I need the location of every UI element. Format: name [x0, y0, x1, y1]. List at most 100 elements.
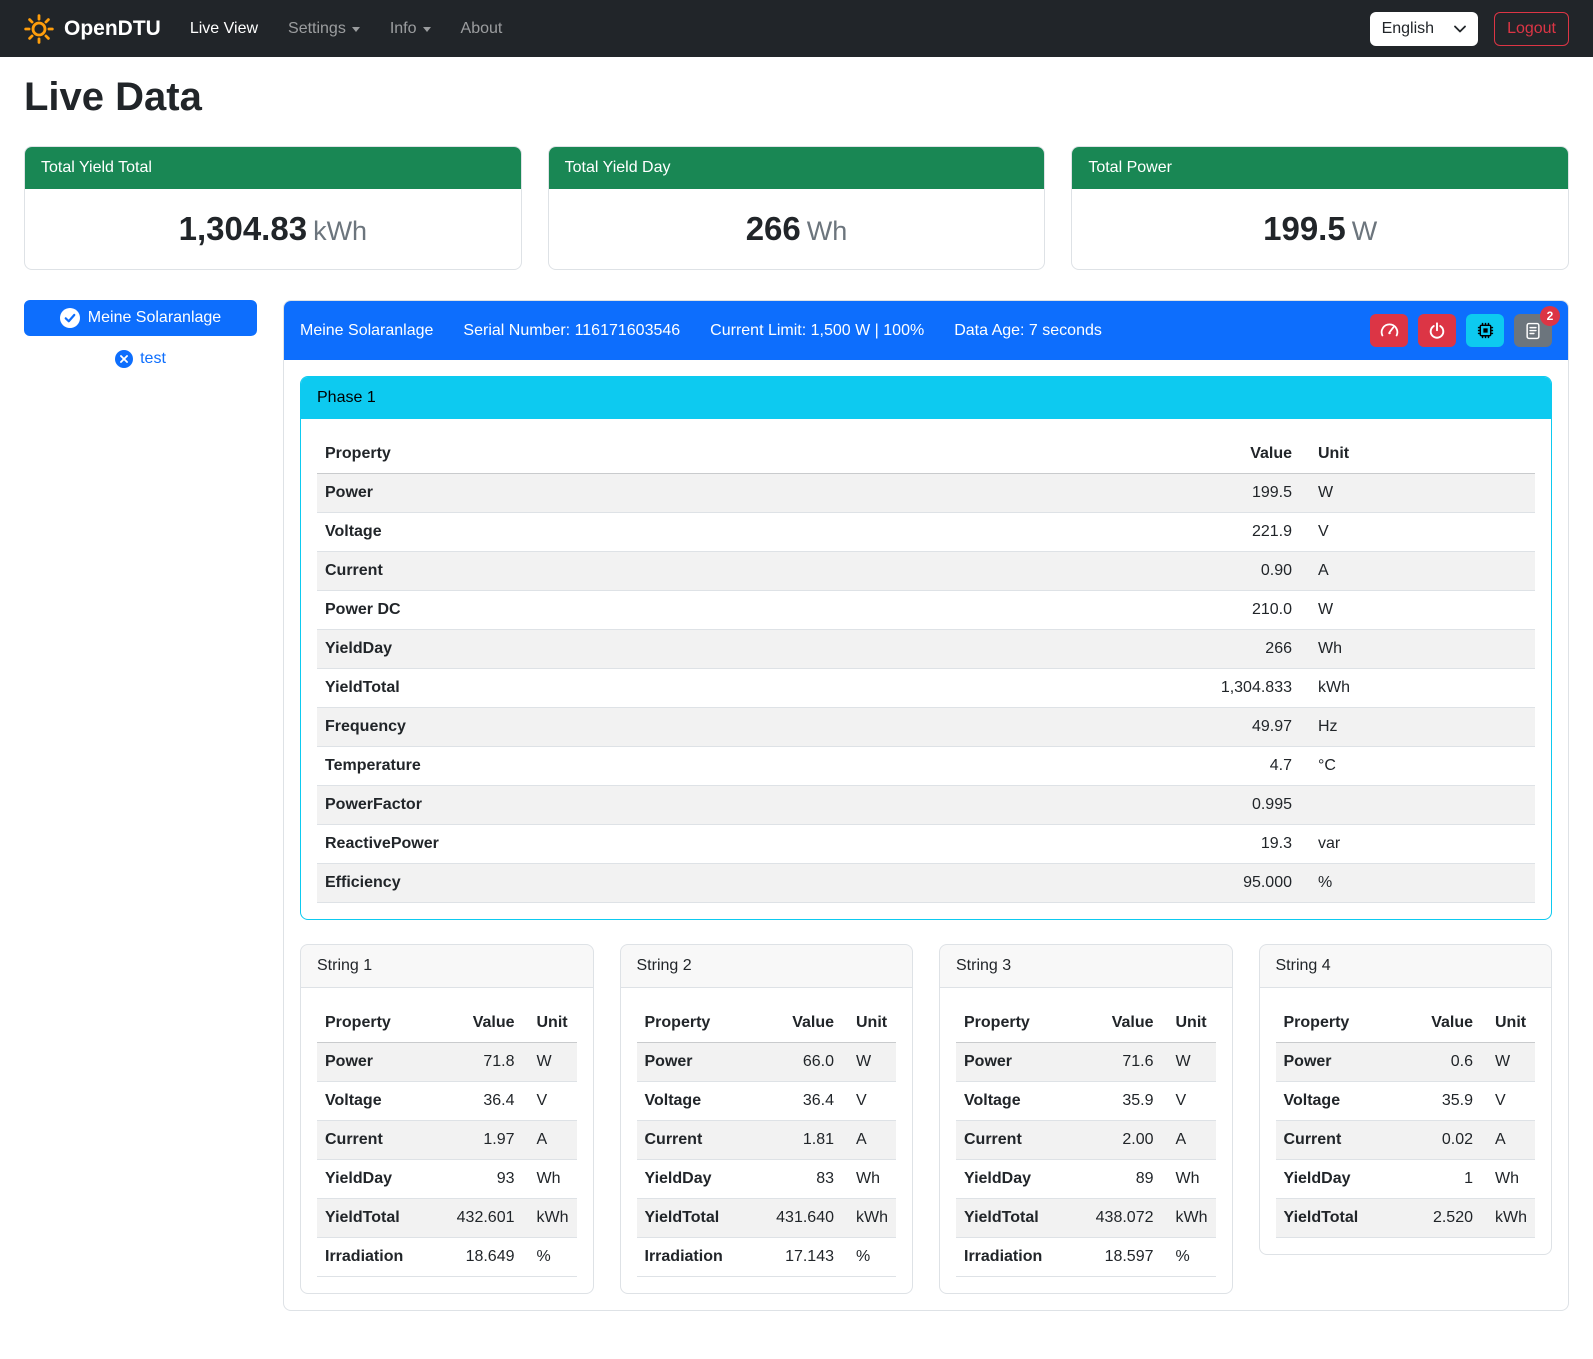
inverter-item-label: Meine Solaranlage: [88, 309, 221, 327]
string-table: Property Value Unit Power: [1276, 1004, 1536, 1238]
nav-item-info[interactable]: Info: [375, 12, 446, 46]
inverter-sidebar: Meine Solaranlage test: [24, 300, 257, 368]
limit-settings-button[interactable]: [1370, 314, 1408, 347]
table-row: YieldDay 89 Wh: [956, 1160, 1216, 1199]
summary-card-unit: kWh: [313, 216, 367, 246]
table-row: Voltage 221.9 V: [317, 513, 1535, 552]
value-cell: 432.601: [443, 1199, 523, 1238]
summary-cards-row: Total Yield Total 1,304.83kWh Total Yiel…: [24, 146, 1569, 270]
table-row: YieldDay 266 Wh: [317, 630, 1535, 669]
property-cell: YieldTotal: [317, 1199, 443, 1238]
x-circle-icon: [115, 350, 133, 368]
column-header-property: Property: [317, 435, 1160, 474]
table-row: YieldDay 1 Wh: [1276, 1160, 1536, 1199]
unit-cell: Wh: [1162, 1160, 1216, 1199]
unit-cell: var: [1300, 825, 1535, 864]
summary-card-title: Total Yield Day: [549, 147, 1045, 189]
brand-link[interactable]: OpenDTU: [24, 14, 161, 44]
nav-item-about[interactable]: About: [446, 12, 518, 46]
table-row: Voltage 36.4 V: [637, 1082, 897, 1121]
property-cell: Power: [317, 474, 1160, 513]
unit-cell: %: [842, 1238, 896, 1277]
value-cell: 18.597: [1082, 1238, 1162, 1277]
value-cell: 36.4: [762, 1082, 842, 1121]
page-container: Live Data Total Yield Total 1,304.83kWh …: [0, 75, 1593, 1339]
journal-text-icon: [1524, 322, 1542, 340]
nav-item-settings[interactable]: Settings: [273, 12, 375, 46]
event-log-button[interactable]: 2: [1514, 314, 1552, 347]
value-cell: 19.3: [1160, 825, 1300, 864]
value-cell: 36.4: [443, 1082, 523, 1121]
column-header-value: Value: [1401, 1004, 1481, 1043]
unit-cell: A: [1481, 1121, 1535, 1160]
column-header-value: Value: [443, 1004, 523, 1043]
nav-settings-label: Settings: [288, 20, 346, 38]
property-cell: Efficiency: [317, 864, 1160, 903]
event-count-badge: 2: [1540, 306, 1560, 326]
nav-item-live-view[interactable]: Live View: [175, 12, 273, 46]
value-cell: 1.97: [443, 1121, 523, 1160]
column-header-value: Value: [762, 1004, 842, 1043]
unit-cell: W: [1300, 591, 1535, 630]
value-cell: 93: [443, 1160, 523, 1199]
power-button[interactable]: [1418, 314, 1456, 347]
chevron-down-icon: [1454, 25, 1466, 33]
property-cell: Current: [317, 1121, 443, 1160]
logout-button[interactable]: Logout: [1494, 12, 1569, 46]
table-row: YieldTotal 432.601 kWh: [317, 1199, 577, 1238]
unit-cell: A: [1162, 1121, 1216, 1160]
unit-cell: W: [842, 1043, 896, 1082]
unit-cell: W: [1481, 1043, 1535, 1082]
column-header-property: Property: [1276, 1004, 1402, 1043]
inverter-item-meine-solaranlage[interactable]: Meine Solaranlage: [24, 300, 257, 336]
unit-cell: °C: [1300, 747, 1535, 786]
chevron-down-icon: [423, 27, 431, 32]
device-info-button[interactable]: [1466, 314, 1504, 347]
phase-table: Property Value Unit Power: [317, 435, 1535, 903]
table-row: Power 71.8 W: [317, 1043, 577, 1082]
language-select[interactable]: English: [1370, 12, 1478, 46]
property-cell: Temperature: [317, 747, 1160, 786]
property-cell: YieldDay: [637, 1160, 763, 1199]
inverter-item-test[interactable]: test: [24, 350, 257, 368]
value-cell: 18.649: [443, 1238, 523, 1277]
property-cell: Irradiation: [637, 1238, 763, 1277]
property-cell: Voltage: [1276, 1082, 1402, 1121]
value-cell: 83: [762, 1160, 842, 1199]
string-card-body: Property Value Unit Power: [940, 988, 1232, 1293]
strings-row: String 1 Property Value Unit: [300, 944, 1552, 1294]
table-header-row: Property Value Unit: [317, 1004, 577, 1043]
string-card-title: String 4: [1260, 945, 1552, 988]
value-cell: 1: [1401, 1160, 1481, 1199]
unit-cell: W: [1162, 1043, 1216, 1082]
table-row: Voltage 35.9 V: [1276, 1082, 1536, 1121]
value-cell: 35.9: [1401, 1082, 1481, 1121]
value-cell: 0.02: [1401, 1121, 1481, 1160]
check-circle-icon: [60, 308, 80, 328]
table-row: Power 66.0 W: [637, 1043, 897, 1082]
value-cell: 1.81: [762, 1121, 842, 1160]
property-cell: YieldTotal: [1276, 1199, 1402, 1238]
unit-cell: A: [523, 1121, 577, 1160]
value-cell: 0.995: [1160, 786, 1300, 825]
property-cell: YieldTotal: [956, 1199, 1082, 1238]
unit-cell: W: [523, 1043, 577, 1082]
unit-cell: %: [1300, 864, 1535, 903]
table-row: Irradiation 17.143 %: [637, 1238, 897, 1277]
unit-cell: kWh: [523, 1199, 577, 1238]
value-cell: 89: [1082, 1160, 1162, 1199]
phase-body: Property Value Unit Power: [301, 419, 1551, 919]
string-card-body: Property Value Unit Power: [1260, 988, 1552, 1254]
table-row: YieldTotal 438.072 kWh: [956, 1199, 1216, 1238]
summary-card-title: Total Yield Total: [25, 147, 521, 189]
table-row: Current 1.97 A: [317, 1121, 577, 1160]
string-card-body: Property Value Unit Power: [301, 988, 593, 1293]
table-row: Power 0.6 W: [1276, 1043, 1536, 1082]
summary-card-total-yield-total: Total Yield Total 1,304.83kWh: [24, 146, 522, 270]
panel-actions: 2: [1370, 314, 1552, 347]
value-cell: 266: [1160, 630, 1300, 669]
column-header-unit: Unit: [1481, 1004, 1535, 1043]
property-cell: YieldDay: [317, 630, 1160, 669]
property-cell: Current: [956, 1121, 1082, 1160]
property-cell: Irradiation: [317, 1238, 443, 1277]
